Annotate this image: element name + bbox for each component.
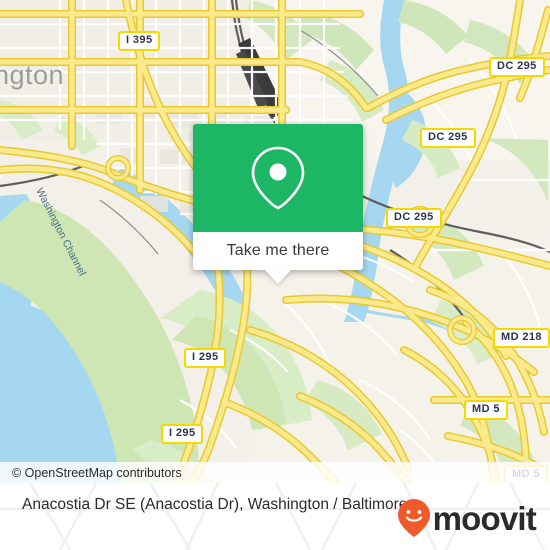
map-attribution-bar: © OpenStreetMap contributors bbox=[0, 462, 550, 483]
popup-pin-area bbox=[193, 124, 363, 232]
moovit-smiley-pin-icon bbox=[397, 499, 430, 537]
footer-bar: Anacostia Dr SE (Anacostia Dr), Washingt… bbox=[0, 483, 550, 550]
map-pin-icon bbox=[251, 146, 305, 210]
highway-shield-dc-295[interactable]: DC 295 bbox=[489, 57, 545, 77]
map-canvas[interactable]: ngton Washington Channel I 395 DC 295 DC… bbox=[0, 0, 550, 483]
moovit-wordmark: moovit bbox=[432, 499, 537, 537]
screenshot-root: ngton Washington Channel I 395 DC 295 DC… bbox=[0, 0, 550, 550]
highway-shield-md-218[interactable]: MD 218 bbox=[493, 328, 550, 348]
highway-shield-i-395[interactable]: I 395 bbox=[118, 31, 161, 51]
popup-tail bbox=[265, 270, 291, 284]
moovit-logo[interactable]: moovit bbox=[397, 498, 537, 538]
osm-attribution-text[interactable]: © OpenStreetMap contributors bbox=[0, 466, 182, 480]
highway-shield-md-5[interactable]: MD 5 bbox=[464, 400, 508, 420]
highway-shield-dc-295[interactable]: DC 295 bbox=[386, 208, 442, 228]
page-title: Anacostia Dr SE (Anacostia Dr), Washingt… bbox=[22, 496, 408, 513]
map-city-label: ngton bbox=[0, 60, 65, 90]
location-popup[interactable]: Take me there bbox=[193, 124, 363, 284]
take-me-there-label: Take me there bbox=[226, 242, 330, 259]
highway-shield-i-295[interactable]: I 295 bbox=[184, 348, 227, 368]
highway-shield-i-295[interactable]: I 295 bbox=[161, 424, 204, 444]
take-me-there-button[interactable]: Take me there bbox=[193, 232, 363, 284]
highway-shield-dc-295[interactable]: DC 295 bbox=[420, 128, 476, 148]
